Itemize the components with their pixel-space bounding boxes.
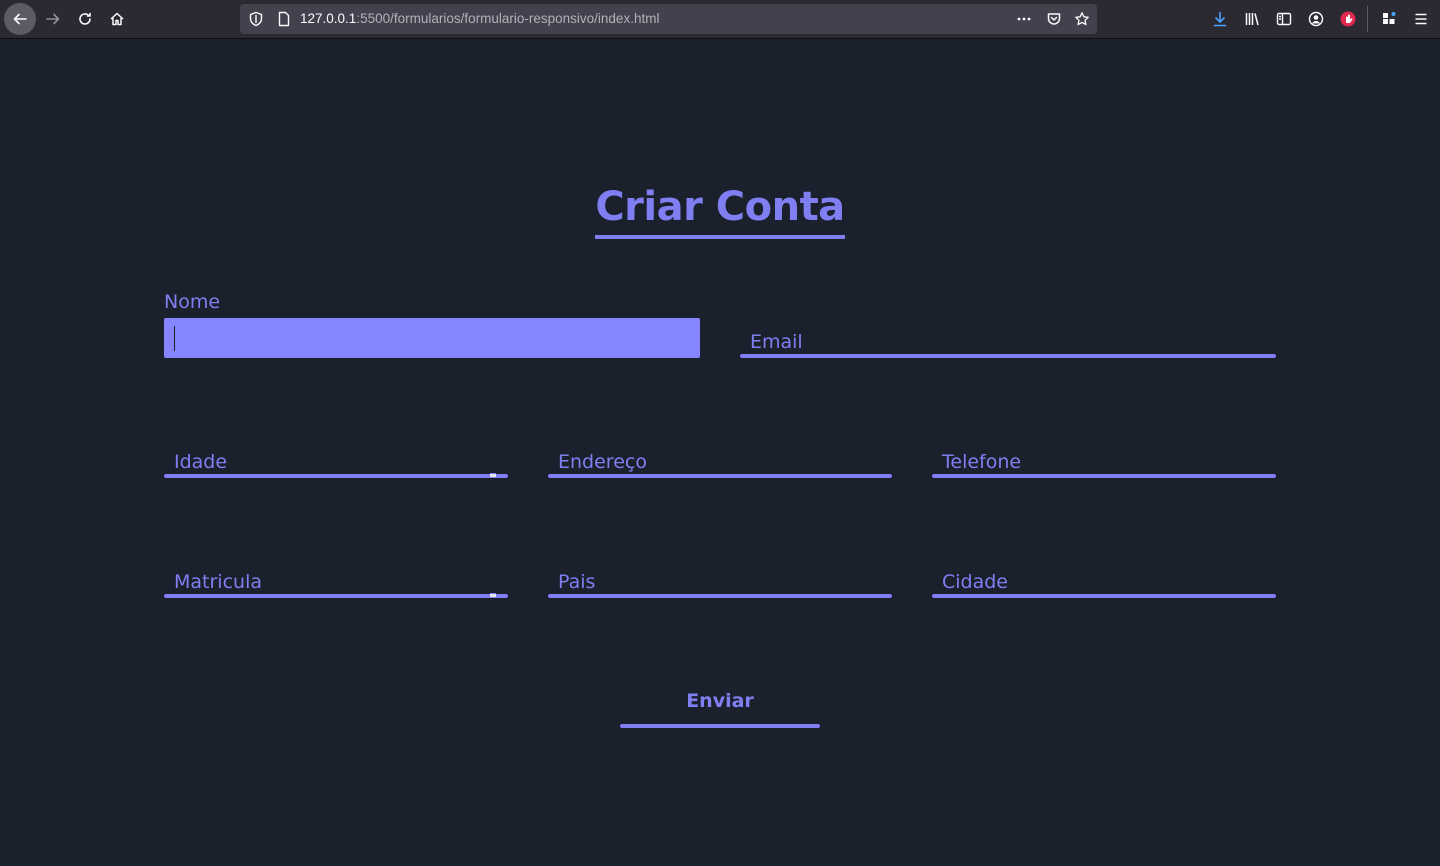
address-bar[interactable]: 127.0.0.1:5500/formularios/formulario-re… — [240, 4, 1097, 34]
text-caret — [174, 326, 175, 351]
page-title: Criar Conta — [0, 183, 1440, 239]
addons-button[interactable] — [1379, 8, 1399, 30]
number-spinner[interactable] — [490, 473, 496, 477]
menu-icon — [1415, 13, 1427, 25]
pais-field[interactable]: Pais — [548, 570, 892, 598]
idade-field[interactable]: Idade — [164, 450, 508, 478]
endereco-underline — [548, 474, 892, 478]
enviar-button[interactable]: Enviar — [620, 686, 820, 728]
menu-button[interactable] — [1411, 8, 1431, 30]
account-icon — [1308, 11, 1324, 27]
endereco-field[interactable]: Endereço — [548, 450, 892, 478]
reload-button[interactable] — [70, 4, 100, 34]
page-icon[interactable] — [276, 11, 292, 27]
pais-label: Pais — [558, 571, 596, 593]
downloads-button[interactable] — [1210, 8, 1230, 30]
sidebar-button[interactable] — [1274, 8, 1294, 30]
telefone-label: Telefone — [942, 451, 1022, 473]
number-spinner[interactable] — [490, 593, 496, 597]
forward-icon — [46, 13, 60, 25]
toolbar-divider — [1367, 6, 1368, 32]
addons-icon — [1383, 12, 1396, 24]
email-underline — [740, 354, 1276, 358]
library-button[interactable] — [1242, 8, 1262, 30]
matricula-underline — [164, 594, 508, 598]
email-field[interactable]: Email — [740, 330, 1276, 358]
library-icon — [1245, 13, 1259, 26]
telefone-field[interactable]: Telefone — [932, 450, 1276, 478]
enviar-underline — [620, 724, 820, 728]
extension-icon — [1340, 11, 1356, 27]
pocket-icon[interactable] — [1046, 11, 1062, 27]
matricula-field[interactable]: Matricula — [164, 570, 508, 598]
endereco-label: Endereço — [558, 451, 647, 473]
cidade-underline — [932, 594, 1276, 598]
url-host: 127.0.0.1 — [300, 11, 357, 26]
nome-input[interactable] — [164, 318, 700, 358]
cidade-field[interactable]: Cidade — [932, 570, 1276, 598]
reload-icon — [79, 12, 91, 25]
matricula-label: Matricula — [174, 571, 262, 593]
forward-button[interactable] — [38, 4, 68, 34]
browser-toolbar: 127.0.0.1:5500/formularios/formulario-re… — [0, 0, 1440, 39]
pais-underline — [548, 594, 892, 598]
enviar-label: Enviar — [686, 690, 754, 712]
page-title-text: Criar Conta — [595, 183, 845, 239]
back-icon — [13, 13, 27, 25]
url-text[interactable]: 127.0.0.1:5500/formularios/formulario-re… — [300, 11, 659, 26]
back-button[interactable] — [4, 3, 36, 35]
star-icon[interactable] — [1074, 11, 1090, 27]
idade-label: Idade — [174, 451, 228, 473]
idade-underline — [164, 474, 508, 478]
sidebar-icon — [1276, 12, 1292, 26]
more-icon[interactable] — [1016, 11, 1032, 27]
cidade-label: Cidade — [942, 571, 1008, 593]
nome-label: Nome — [164, 291, 221, 313]
account-button[interactable] — [1306, 8, 1326, 30]
download-icon — [1213, 11, 1227, 27]
shield-icon[interactable] — [248, 11, 264, 27]
email-label: Email — [750, 331, 803, 353]
extension-button[interactable] — [1338, 8, 1358, 30]
home-icon — [110, 12, 124, 26]
home-button[interactable] — [102, 4, 132, 34]
url-path: :5500/formularios/formulario-responsivo/… — [356, 11, 660, 26]
telefone-underline — [932, 474, 1276, 478]
